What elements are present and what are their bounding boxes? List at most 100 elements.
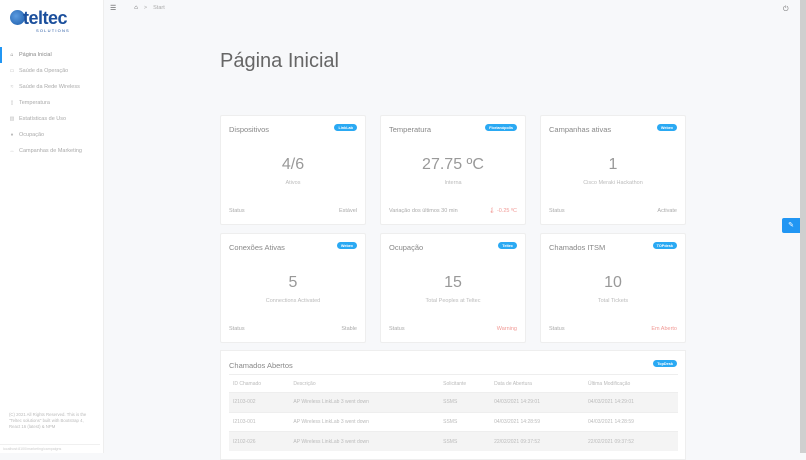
- sidebar-item-label: Temperatura: [19, 100, 50, 106]
- card-subtitle: Ativos: [285, 180, 301, 186]
- sidebar-item-label: Página Inicial: [19, 52, 52, 58]
- table-cell: I2102-026: [229, 431, 290, 451]
- card-title: Conexões Ativas: [229, 243, 285, 252]
- table-cell: 04/03/2021 14:28:59: [584, 411, 678, 432]
- wifi-icon: ≈: [10, 84, 14, 90]
- pencil-icon: ✎: [788, 222, 794, 229]
- tickets-table: ID Chamado Descrição Solicitante Data de Ab…: [229, 374, 678, 451]
- card-badge: TOPdesk: [652, 242, 677, 249]
- sidebar-item-5[interactable]: ● Ocupação: [0, 127, 104, 143]
- card-status-label: Status: [229, 326, 245, 332]
- card-badge: Teltec: [498, 242, 517, 249]
- logo-wordmark: teltec: [23, 8, 68, 28]
- card-value: 10: [604, 274, 622, 291]
- table-row[interactable]: I2103-002 AP Wireless LinkLab 3 went down…: [229, 392, 678, 412]
- card-value: 5: [288, 274, 298, 291]
- card-status-label: Status: [549, 326, 565, 332]
- column-header[interactable]: Descrição: [289, 374, 440, 393]
- stat-card: Ocupação Teltec 15 Total Peoples at Telt…: [380, 233, 526, 343]
- card-badge: Webex: [656, 124, 677, 131]
- card-title: Chamados Abertos: [229, 361, 293, 370]
- thermometer-icon: ▯: [10, 100, 14, 106]
- breadcrumb-separator: >: [143, 5, 148, 11]
- sidebar-item-0[interactable]: ⌂ Página Inicial: [0, 47, 104, 63]
- table-cell: AP Wireless LinkLab 3 went down: [289, 431, 440, 451]
- table-cell: SSMS: [439, 392, 491, 412]
- circle-icon: ●: [10, 132, 14, 138]
- card-title: Temperatura: [389, 125, 432, 134]
- sidebar-item-2[interactable]: ≈ Saúde da Rede Wireless: [0, 79, 104, 95]
- column-header[interactable]: ID Chamado: [229, 374, 290, 393]
- sidebar-item-label: Estatísticas de Uso: [19, 116, 67, 122]
- card-status-label: Variação dos últimos 30 min: [389, 208, 458, 214]
- sidebar-item-label: Saúde da Operação: [19, 68, 69, 74]
- card-value: 27.75 ºC: [422, 156, 484, 173]
- sidebar-item-4[interactable]: ▥ Estatísticas de Uso: [0, 111, 104, 127]
- stat-card: Conexões Ativas Webex 5 Connections Acti…: [220, 233, 366, 343]
- card-status-value: Stable: [341, 326, 357, 332]
- card-status-value: Em Aberto: [651, 326, 677, 332]
- teltec-logo[interactable]: teltec SOLUTIONS: [10, 8, 90, 36]
- scrollbar[interactable]: [800, 0, 806, 453]
- table-cell: 04/03/2021 14:29:01: [584, 392, 678, 412]
- monitor-icon: ▭: [9, 68, 15, 74]
- card-badge: Webex: [336, 242, 357, 249]
- breadcrumb-current: Start: [153, 5, 165, 11]
- card-status-label: Status: [389, 326, 405, 332]
- table-cell: I2103-001: [229, 411, 290, 432]
- card-title: Dispositivos: [229, 125, 270, 134]
- stat-card: Dispositivos LinkLab 4/6 Ativos Status E…: [220, 115, 366, 225]
- chart-icon: ▥: [9, 116, 15, 122]
- stat-card: Campanhas ativas Webex 1 Cisco Meraki Ha…: [540, 115, 686, 225]
- table-row[interactable]: I2102-026 AP Wireless LinkLab 3 went down…: [229, 431, 678, 451]
- card-title: Chamados ITSM: [549, 243, 606, 252]
- logo-tagline: SOLUTIONS: [36, 28, 70, 33]
- sidebar: teltec SOLUTIONS ⌂ Página Inicial ▭ Saúde d…: [0, 0, 104, 453]
- card-status-label: Status: [229, 208, 245, 214]
- column-header[interactable]: Última Modificação: [584, 374, 678, 393]
- home-icon: ⌂: [10, 52, 14, 58]
- status-url: localhost:8100/marketing/campaigns: [0, 444, 100, 453]
- card-value: 15: [444, 274, 462, 291]
- stat-card: Chamados ITSM TOPdesk 10 Total Tickets S…: [540, 233, 686, 343]
- breadcrumb: ☰ ⌂ > Start: [110, 4, 165, 12]
- table-cell: AP Wireless LinkLab 3 went down: [289, 392, 440, 412]
- card-subtitle: Total Peoples at Teltec: [425, 298, 481, 304]
- table-cell: I2103-002: [229, 392, 290, 412]
- card-title: Ocupação: [389, 243, 424, 252]
- card-value: 4/6: [281, 156, 305, 173]
- sidebar-item-3[interactable]: ▯ Temperatura: [0, 95, 104, 111]
- sidebar-item-label: Saúde da Rede Wireless: [19, 84, 80, 90]
- page-title: Página Inicial: [220, 50, 339, 72]
- edit-button[interactable]: ✎: [782, 218, 800, 233]
- card-title: Campanhas ativas: [549, 125, 612, 134]
- table-cell: SSMS: [439, 411, 491, 432]
- copyright: (C) 2021 All Rights Reserved. This is th…: [9, 412, 87, 429]
- table-cell: 22/02/2021 09:37:52: [584, 431, 678, 451]
- table-row[interactable]: I2103-001 AP Wireless LinkLab 3 went down…: [229, 411, 678, 432]
- card-badge: TopDesk: [653, 360, 677, 367]
- sidebar-item-1[interactable]: ▭ Saúde da Operação: [0, 63, 104, 79]
- broadcast-icon: ↔: [9, 148, 15, 154]
- card-status-value: Estável: [338, 208, 357, 214]
- card-value: 1: [608, 156, 618, 173]
- table-cell: 22/02/2021 09:37:52: [490, 431, 585, 451]
- column-header[interactable]: Solicitante: [439, 374, 491, 393]
- card-status-value: Warning: [496, 326, 517, 332]
- card-badge: Florianópolis: [485, 124, 517, 131]
- card-badge: LinkLab: [334, 124, 357, 131]
- open-tickets-card: Chamados Abertos TopDesk ID Chamado Descr…: [220, 350, 686, 460]
- power-icon[interactable]: ⏻: [783, 6, 789, 14]
- hamburger-menu-icon[interactable]: ☰: [110, 4, 116, 12]
- card-status-value: 🌡 -0.25 ºC: [488, 208, 517, 214]
- table-cell: 04/03/2021 14:28:59: [490, 411, 585, 432]
- card-status-label: Status: [549, 208, 565, 214]
- home-icon[interactable]: ⌂: [134, 5, 138, 11]
- sidebar-item-6[interactable]: ↔ Campanhas de Marketing: [0, 143, 104, 159]
- table-cell: 04/03/2021 14:29:01: [490, 392, 585, 412]
- card-subtitle: Connections Activated: [265, 298, 321, 304]
- card-subtitle: Interna: [444, 180, 462, 186]
- card-subtitle: Cisco Meraki Hackathon: [583, 180, 643, 186]
- column-header[interactable]: Data de Abertura: [490, 374, 585, 393]
- sidebar-item-label: Campanhas de Marketing: [19, 148, 82, 154]
